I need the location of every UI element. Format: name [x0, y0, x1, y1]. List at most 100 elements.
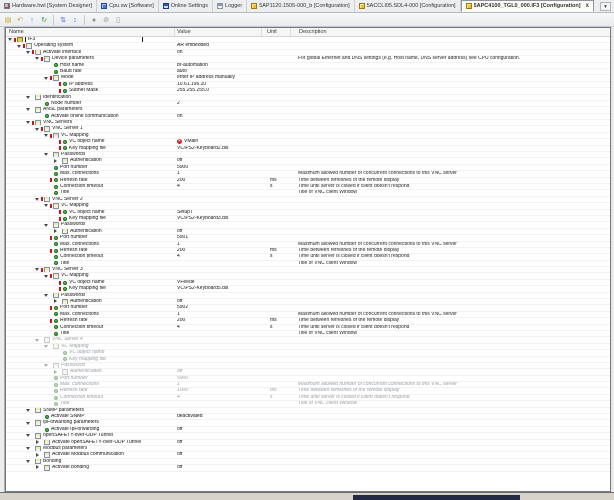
parameter-value-cell[interactable]: 5901: [175, 235, 262, 240]
parameter-value-cell[interactable]: [175, 190, 262, 195]
column-header-description[interactable]: Description: [291, 28, 610, 36]
tab-overflow-button[interactable]: ▼: [600, 2, 611, 11]
bottom-scrollbar-track[interactable]: [0, 492, 614, 500]
close-tab-icon[interactable]: x: [586, 3, 589, 9]
parameter-value-cell[interactable]: VFeede: [175, 280, 262, 285]
chevron-down-icon[interactable]: [17, 44, 23, 49]
tab-online-settings[interactable]: Online Settings: [159, 0, 214, 12]
parameter-value-cell[interactable]: VC\PS2-Keyboard2.dis: [175, 146, 262, 151]
column-header-name[interactable]: Name: [6, 28, 175, 36]
parameter-value-cell[interactable]: off: [175, 440, 262, 445]
parameter-value-cell[interactable]: AR embedded: [175, 43, 262, 48]
parameter-value-cell[interactable]: enter IP address manually: [175, 75, 262, 80]
parameter-value-cell[interactable]: 1: [175, 171, 262, 176]
parameter-value-cell[interactable]: 1: [175, 312, 262, 317]
parameter-value-cell[interactable]: 200: [175, 318, 262, 323]
chevron-down-icon[interactable]: [26, 50, 32, 55]
parameter-value-cell[interactable]: off: [175, 158, 262, 163]
chevron-down-icon[interactable]: [26, 421, 32, 426]
parameter-value-cell[interactable]: 4: [175, 254, 262, 259]
export-config-icon[interactable]: ▤: [3, 14, 13, 25]
parameter-value-cell[interactable]: br-automation: [175, 63, 262, 68]
parameter-value-cell[interactable]: on: [175, 114, 262, 119]
chevron-down-icon[interactable]: [26, 120, 32, 125]
parameter-value-cell[interactable]: [175, 331, 262, 336]
chevron-right-icon[interactable]: [53, 158, 59, 164]
parameter-value-cell[interactable]: VC\PS2-Keyboard3.dis: [175, 216, 262, 221]
move-up-icon[interactable]: ↑: [27, 14, 37, 25]
parameter-value-cell[interactable]: [175, 350, 262, 355]
parameter-value-cell[interactable]: 4: [175, 395, 262, 400]
parameter-value-cell[interactable]: [175, 433, 262, 438]
rename-edit-box[interactable]: IF3: [25, 37, 143, 43]
tab-5ap1120-1505-000-b-configuration[interactable]: 5AP1120.1505-000_b [Configuration]: [247, 0, 355, 12]
parameter-value-cell[interactable]: 200: [175, 248, 262, 253]
sort-ascending-icon[interactable]: ↕: [70, 14, 80, 25]
undo-icon[interactable]: ↶: [15, 14, 25, 25]
parameter-value-cell[interactable]: 1000: [175, 388, 262, 393]
chevron-down-icon[interactable]: [8, 37, 14, 42]
chevron-right-icon[interactable]: [35, 452, 41, 458]
parameter-value-cell[interactable]: [175, 95, 262, 100]
parameter-value-cell[interactable]: [175, 337, 262, 342]
parameter-value-cell[interactable]: [175, 152, 262, 157]
chevron-down-icon[interactable]: [35, 197, 41, 202]
chevron-down-icon[interactable]: [44, 363, 50, 368]
parameter-value-cell[interactable]: [175, 197, 262, 202]
chevron-down-icon[interactable]: [26, 95, 32, 100]
sort-descending-icon[interactable]: ⇅: [58, 14, 68, 25]
parameter-value-cell[interactable]: × VMain: [175, 139, 262, 145]
parameter-value-cell[interactable]: auto: [175, 69, 262, 74]
parameter-value-cell[interactable]: on: [175, 50, 262, 55]
chevron-down-icon[interactable]: [35, 127, 41, 132]
parameter-value-cell[interactable]: 1: [175, 242, 262, 247]
record-icon[interactable]: ●: [89, 14, 99, 25]
chevron-down-icon[interactable]: [35, 338, 41, 343]
parameter-value-cell[interactable]: off: [175, 452, 262, 457]
column-header-unit[interactable]: Unit: [262, 28, 291, 36]
parameter-value-cell[interactable]: off: [175, 369, 262, 374]
chevron-right-icon[interactable]: [53, 299, 59, 304]
tab-cpu-sw-software[interactable]: Cpu.sw [Software]: [97, 0, 159, 12]
parameter-value-cell[interactable]: 4: [175, 184, 262, 189]
parameter-value-cell[interactable]: [175, 267, 262, 272]
parameter-value-cell[interactable]: 4: [175, 325, 262, 330]
parameter-value-cell[interactable]: off: [175, 465, 262, 470]
parameter-value-cell[interactable]: off: [175, 299, 262, 304]
parameter-value-cell[interactable]: [175, 420, 262, 425]
parameter-value-cell[interactable]: [175, 363, 262, 368]
bottom-scrollbar-thumb[interactable]: [353, 495, 520, 500]
chevron-down-icon[interactable]: [44, 133, 50, 138]
parameter-value-cell[interactable]: [175, 459, 262, 464]
parameter-value-cell[interactable]: 5900: [175, 376, 262, 381]
chevron-down-icon[interactable]: [44, 203, 50, 208]
chevron-right-icon[interactable]: [53, 228, 59, 234]
parameter-value-cell[interactable]: off: [175, 229, 262, 234]
parameter-value-cell[interactable]: 200: [175, 178, 262, 183]
chevron-down-icon[interactable]: [35, 56, 41, 61]
parameter-value-cell[interactable]: [175, 408, 262, 413]
parameter-value-cell[interactable]: 2: [175, 101, 262, 106]
parameter-value-cell[interactable]: [175, 120, 262, 125]
parameter-value-cell[interactable]: [175, 126, 262, 131]
chevron-right-icon[interactable]: [35, 465, 41, 470]
tab-5accli05-sdl4-000-configuration[interactable]: 5ACCLI05.SDL4-000 [Configuration]: [355, 0, 461, 12]
parameter-value-cell[interactable]: SetupT: [175, 210, 262, 215]
parameter-value-cell[interactable]: 5902: [175, 305, 262, 310]
parameter-value-cell[interactable]: 255.255.255.0: [175, 88, 262, 93]
parameter-value-cell[interactable]: [175, 293, 262, 298]
chevron-down-icon[interactable]: [44, 152, 50, 157]
parameter-value-cell[interactable]: [175, 446, 262, 451]
chevron-down-icon[interactable]: [26, 107, 32, 112]
chevron-down-icon[interactable]: [26, 433, 32, 438]
table-row[interactable]: Activate bonding off: [6, 465, 610, 472]
refresh-icon[interactable]: ↻: [39, 14, 49, 25]
parameter-value-cell[interactable]: [175, 344, 262, 349]
chevron-right-icon[interactable]: [53, 369, 59, 375]
chevron-down-icon[interactable]: [44, 293, 50, 298]
chevron-down-icon[interactable]: [35, 267, 41, 272]
parameter-value-cell[interactable]: [175, 357, 262, 362]
parameter-value-cell[interactable]: 10.61.196.20: [175, 82, 262, 87]
chevron-down-icon[interactable]: [26, 446, 32, 451]
chevron-down-icon[interactable]: [44, 223, 50, 228]
